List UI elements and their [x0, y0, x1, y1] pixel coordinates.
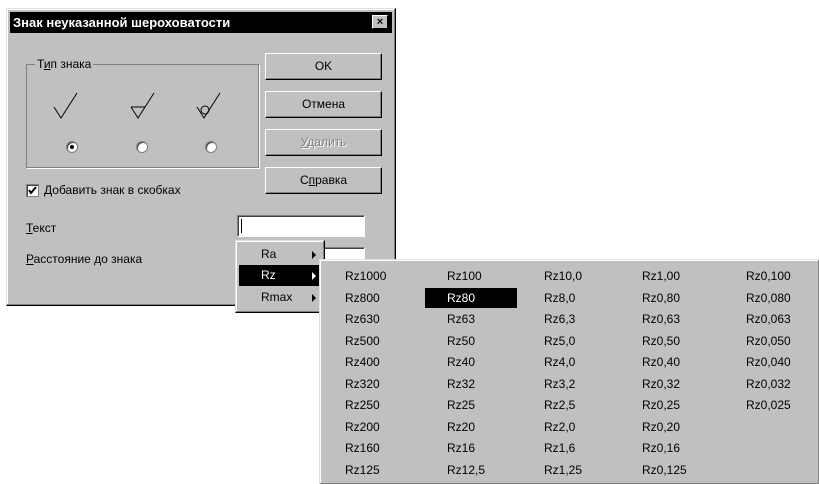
rz-value-item[interactable]: Rz8,0: [544, 288, 636, 308]
close-button[interactable]: ×: [372, 15, 388, 29]
rz-value-item[interactable]: Rz0,050: [746, 331, 819, 351]
cancel-button[interactable]: Отмена: [265, 91, 382, 118]
rz-value-item[interactable]: Rz6,3: [544, 309, 636, 329]
menu-item-rmax[interactable]: Rmax: [239, 287, 322, 308]
rz-value-item[interactable]: Rz50: [447, 331, 539, 351]
rz-value-item[interactable]: Rz0,80: [642, 288, 734, 308]
add-brackets-checkbox[interactable]: [26, 184, 39, 197]
rz-value-item[interactable]: Rz0,025: [746, 395, 819, 415]
cancel-button-label: Отмена: [301, 97, 346, 111]
rz-value-item[interactable]: Rz63: [447, 309, 539, 329]
delete-button-label: Удалить: [300, 135, 347, 149]
rz-value-item[interactable]: Rz100: [447, 266, 539, 286]
rz-value-item[interactable]: Rz1000: [345, 266, 437, 286]
roughness-sign-basic-icon: [53, 92, 78, 119]
rz-value-item[interactable]: Rz80: [425, 287, 517, 308]
rz-value-item[interactable]: Rz16: [447, 438, 539, 458]
rz-value-item[interactable]: Rz320: [345, 374, 437, 394]
rz-value-item[interactable]: Rz3,2: [544, 374, 636, 394]
menu-item-rz[interactable]: Rz: [239, 265, 322, 286]
text-caret: [241, 219, 242, 233]
add-brackets-label[interactable]: Добавить знак в скобках: [44, 183, 181, 197]
help-button-label: Справка: [299, 173, 348, 187]
menu-item-rmax-label: Rmax: [261, 290, 293, 304]
sign-type-group: Тип знака: [26, 57, 259, 168]
checkmark-icon: [28, 186, 37, 195]
rz-values-submenu: Rz1000 Rz800 Rz630 Rz500 Rz400 Rz320 Rz250 Rz20…: [319, 259, 819, 484]
rz-value-item[interactable]: Rz12,5: [447, 460, 539, 480]
roughness-parameter-menu: Ra Rz Rmax: [235, 240, 325, 313]
rz-value-item[interactable]: Rz160: [345, 438, 437, 458]
ok-button[interactable]: OK: [265, 53, 382, 80]
rz-value-item[interactable]: Rz630: [345, 309, 437, 329]
rz-value-item[interactable]: Rz2,0: [544, 417, 636, 437]
radio-selected-dot: [70, 145, 74, 149]
rz-value-item[interactable]: Rz800: [345, 288, 437, 308]
rz-value-item[interactable]: Rz0,32: [642, 374, 734, 394]
ok-button-label: OK: [314, 59, 333, 73]
menu-item-ra[interactable]: Ra: [239, 244, 322, 265]
rz-value-item[interactable]: Rz400: [345, 352, 437, 372]
delete-button[interactable]: Удалить: [265, 129, 382, 156]
rz-value-item[interactable]: Rz40: [447, 352, 539, 372]
rz-value-item[interactable]: Rz1,00: [642, 266, 734, 286]
rz-value-item[interactable]: Rz25: [447, 395, 539, 415]
rz-value-item[interactable]: Rz0,080: [746, 288, 819, 308]
submenu-arrow-icon: [312, 294, 316, 302]
close-icon: ×: [376, 16, 384, 28]
sign-type-radio-removal[interactable]: [136, 141, 148, 153]
rz-value-item[interactable]: Rz0,063: [746, 309, 819, 329]
dialog-titlebar[interactable]: Знак неуказанной шероховатости ×: [10, 12, 392, 33]
rz-value-item[interactable]: Rz0,040: [746, 352, 819, 372]
roughness-sign-no-removal-icon: [196, 92, 221, 119]
rz-value-item[interactable]: Rz1,25: [544, 460, 636, 480]
rz-value-item[interactable]: Rz0,63: [642, 309, 734, 329]
help-button[interactable]: Справка: [265, 167, 382, 194]
rz-value-item[interactable]: Rz1,6: [544, 438, 636, 458]
rz-value-item[interactable]: Rz0,125: [642, 460, 734, 480]
rz-value-item[interactable]: Rz0,20: [642, 417, 734, 437]
rz-value-item[interactable]: Rz500: [345, 331, 437, 351]
rz-value-item[interactable]: Rz0,032: [746, 374, 819, 394]
sign-type-radio-basic[interactable]: [66, 141, 78, 153]
rz-value-item[interactable]: Rz0,25: [642, 395, 734, 415]
rz-value-item[interactable]: Rz200: [345, 417, 437, 437]
distance-label: Расстояние до знака: [26, 252, 143, 266]
rz-value-item[interactable]: Rz2,5: [544, 395, 636, 415]
rz-value-item[interactable]: Rz0,100: [746, 266, 819, 286]
rz-value-item[interactable]: Rz0,50: [642, 331, 734, 351]
rz-value-item[interactable]: Rz20: [447, 417, 539, 437]
submenu-arrow-icon: [312, 251, 316, 259]
sign-type-radio-no-removal[interactable]: [205, 141, 217, 153]
dialog-title: Знак неуказанной шероховатости: [13, 15, 231, 30]
rz-value-item[interactable]: Rz250: [345, 395, 437, 415]
rz-value-item[interactable]: Rz10,0: [544, 266, 636, 286]
rz-value-item[interactable]: Rz32: [447, 374, 539, 394]
rz-value-item[interactable]: Rz0,40: [642, 352, 734, 372]
rz-value-item[interactable]: Rz5,0: [544, 331, 636, 351]
text-input[interactable]: [237, 215, 365, 237]
text-label: Текст: [26, 221, 57, 235]
rz-value-item[interactable]: Rz4,0: [544, 352, 636, 372]
menu-item-ra-label: Ra: [261, 247, 277, 261]
sign-type-group-label: Тип знака: [35, 57, 94, 71]
rz-value-item[interactable]: Rz125: [345, 460, 437, 480]
submenu-arrow-icon: [312, 272, 316, 280]
menu-item-rz-label: Rz: [261, 268, 276, 282]
roughness-sign-removal-icon: [130, 92, 155, 119]
rz-value-item[interactable]: Rz0,16: [642, 438, 734, 458]
